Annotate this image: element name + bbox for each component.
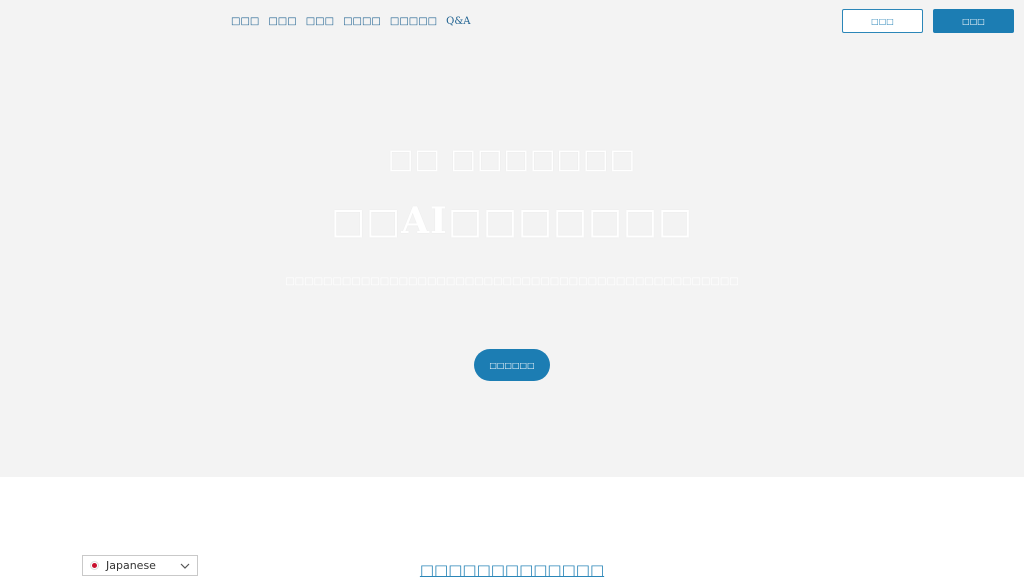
chevron-down-icon xyxy=(180,563,190,569)
nav-item-qa[interactable]: Q&A xyxy=(446,16,470,28)
language-label: Japanese xyxy=(106,559,156,572)
nav-item-3[interactable]: □□□ xyxy=(306,16,334,28)
nav-item-5[interactable]: □□□□□ xyxy=(390,16,437,28)
language-selector[interactable]: Japanese xyxy=(82,555,198,576)
japan-flag-icon xyxy=(90,561,99,570)
main-nav: □□□ □□□ □□□ □□□□ □□□□□ Q&A xyxy=(231,15,470,29)
hero-section: □□□ □□□ □□□ □□□□ □□□□□ Q&A □□□ □□□ □□ □□… xyxy=(0,0,1024,477)
nav-item-1[interactable]: □□□ xyxy=(231,16,259,28)
signup-button[interactable]: □□□ xyxy=(933,9,1014,33)
login-button[interactable]: □□□ xyxy=(842,9,923,33)
hero-title-line1: □□ □□□□□□□ xyxy=(387,144,637,175)
nav-item-2[interactable]: □□□ xyxy=(268,16,296,28)
nav-item-4[interactable]: □□□□ xyxy=(343,16,381,28)
hero-subtitle: □□□□□□□□□□□□□□□□□□□□□□□□□□□□□□□□□□□□□□□□… xyxy=(285,276,739,287)
hero-cta-button[interactable]: □□□□□□ xyxy=(474,349,550,381)
hero-title-line2: □□AI□□□□□□□ xyxy=(331,200,693,242)
